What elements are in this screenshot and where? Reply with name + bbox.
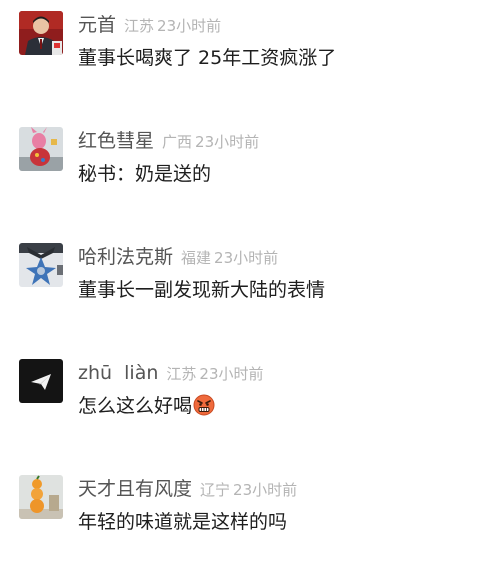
timestamp: 23小时前 [195, 133, 260, 151]
username[interactable]: zhū liàn [78, 362, 158, 384]
comment-text: 秘书：奶是送的 [78, 163, 212, 185]
comment-text: 怎么这么好喝 [78, 393, 215, 423]
timestamp: 23小时前 [233, 481, 298, 499]
comment-text: 年轻的味道就是这样的吗 [78, 511, 288, 533]
comment-text: 董事长一副发现新大陆的表情 [78, 279, 326, 301]
comment-meta: 元首 江苏 23小时前 [78, 13, 221, 38]
angry-face-emoji-icon [193, 394, 215, 423]
comment-item: 哈利法克斯 福建 23小时前 董事长一副发现新大陆的表情 [0, 243, 502, 323]
comment-meta: zhū liàn 江苏 23小时前 [78, 361, 264, 386]
timestamp: 23小时前 [199, 365, 264, 383]
avatar[interactable] [19, 243, 63, 287]
username[interactable]: 哈利法克斯 [78, 246, 173, 268]
comment-meta: 红色彗星 广西 23小时前 [78, 129, 259, 154]
comment-text-content: 怎么这么好喝 [78, 395, 193, 417]
username[interactable]: 红色彗星 [78, 130, 154, 152]
avatar[interactable] [19, 11, 63, 55]
avatar[interactable] [19, 475, 63, 519]
location-label: 辽宁 [200, 481, 231, 499]
blue-star-emblem-avatar-icon [19, 243, 63, 287]
man-in-suit-avatar-icon [19, 11, 63, 55]
avatar[interactable] [19, 127, 63, 171]
comment-item: 元首 江苏 23小时前 董事长喝爽了 25年工资疯涨了 [0, 11, 502, 91]
timestamp: 23小时前 [214, 249, 279, 267]
pink-figure-avatar-icon [19, 127, 63, 171]
stacked-oranges-avatar-icon [19, 475, 63, 519]
paper-plane-avatar-icon [19, 359, 63, 403]
avatar[interactable] [19, 359, 63, 403]
timestamp: 23小时前 [157, 17, 222, 35]
comment-item: zhū liàn 江苏 23小时前 怎么这么好喝 [0, 359, 502, 439]
username[interactable]: 元首 [78, 14, 116, 36]
location-label: 江苏 [124, 17, 155, 35]
location-label: 福建 [181, 249, 212, 267]
comment-item: 天才且有风度 辽宁 23小时前 年轻的味道就是这样的吗 [0, 475, 502, 555]
comment-text: 董事长喝爽了 25年工资疯涨了 [78, 47, 337, 69]
comment-item: 红色彗星 广西 23小时前 秘书：奶是送的 [0, 127, 502, 207]
username[interactable]: 天才且有风度 [78, 478, 192, 500]
comment-meta: 哈利法克斯 福建 23小时前 [78, 245, 278, 270]
comment-meta: 天才且有风度 辽宁 23小时前 [78, 477, 297, 502]
location-label: 江苏 [166, 365, 197, 383]
location-label: 广西 [162, 133, 193, 151]
